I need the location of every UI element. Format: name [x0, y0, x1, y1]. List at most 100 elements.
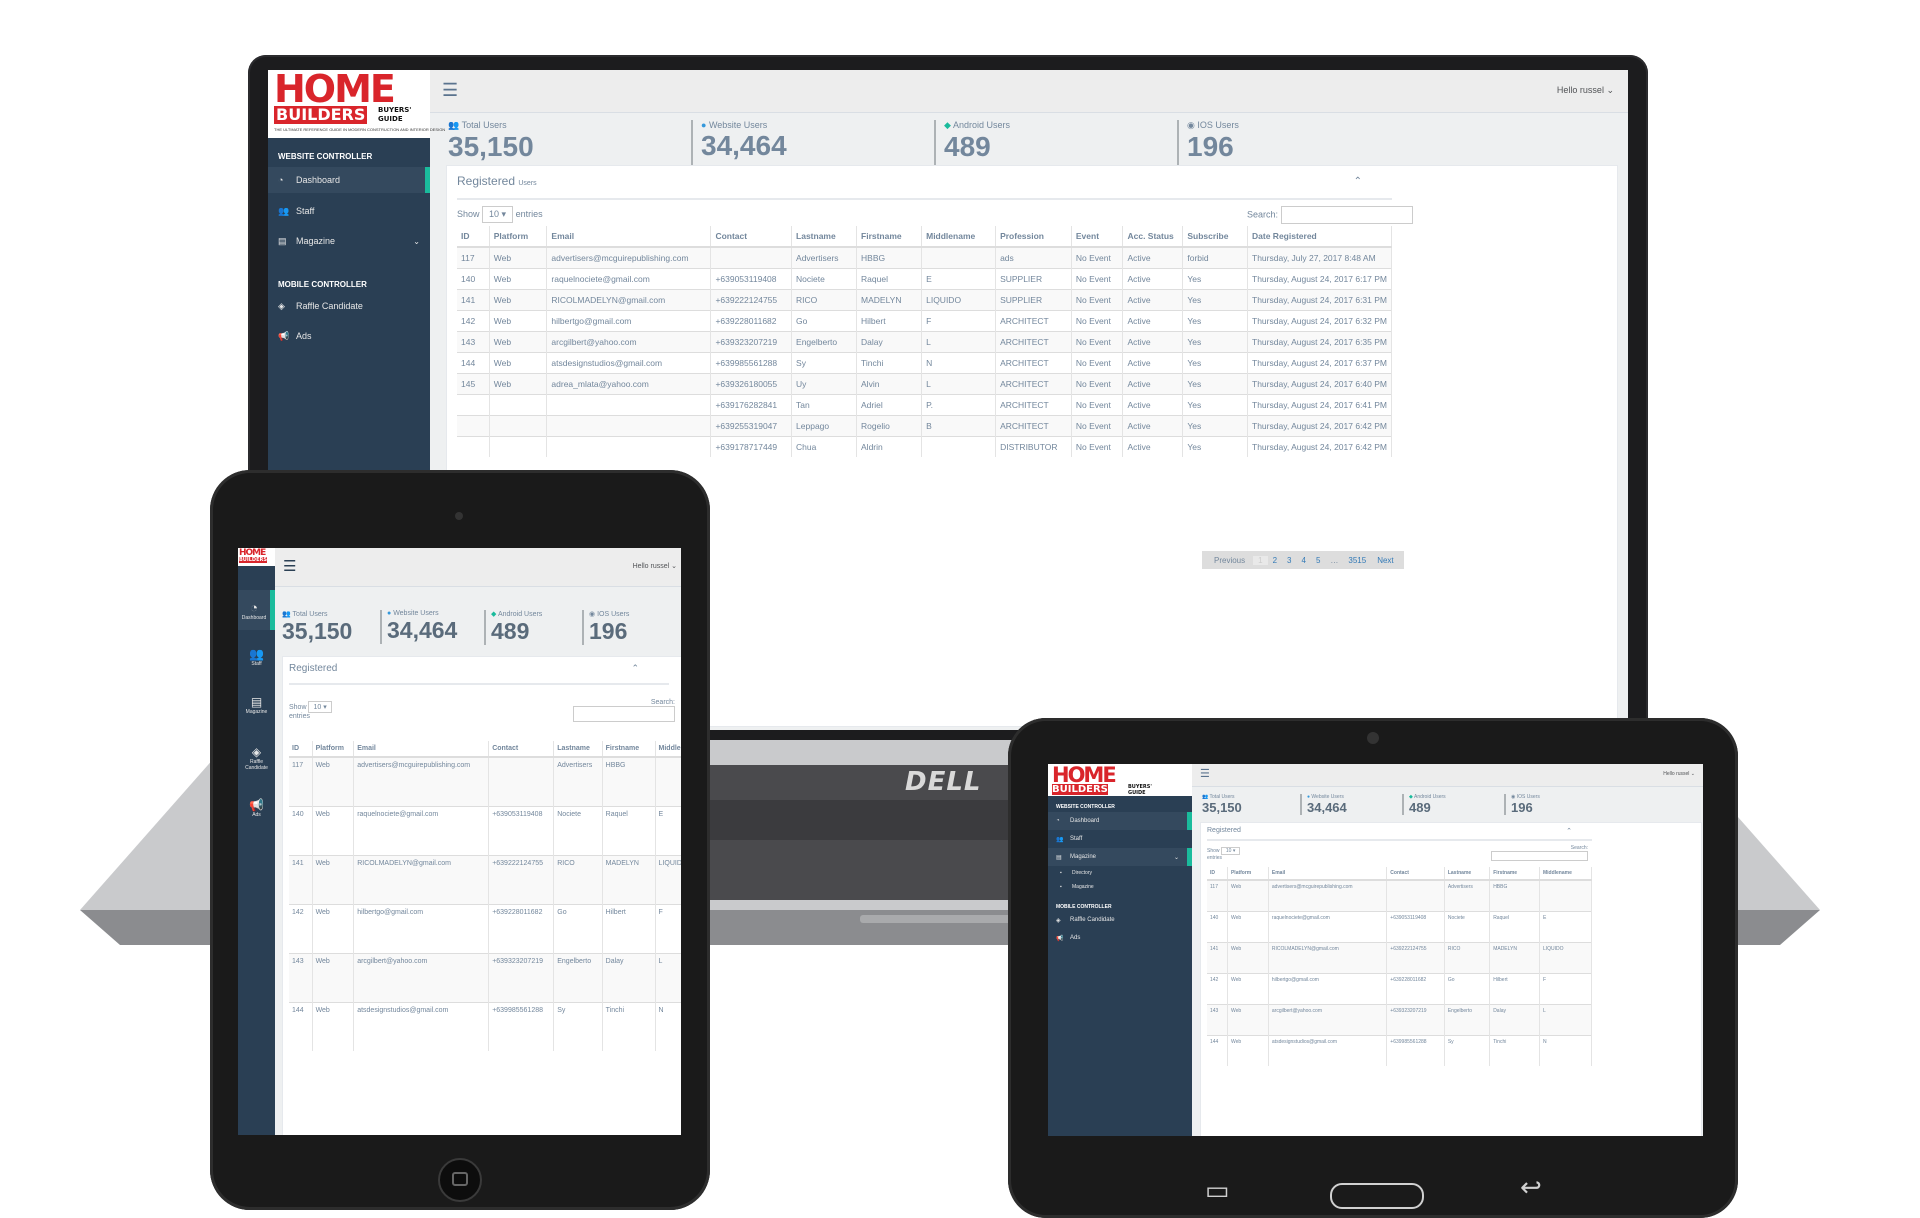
table-cell: atsdesignstudios@gmail.com — [353, 1001, 490, 1051]
table-cell: Advertisers — [1444, 879, 1491, 911]
table-cell: Yes — [1182, 415, 1249, 437]
page-2[interactable]: 2 — [1268, 556, 1282, 565]
page-5[interactable]: 5 — [1311, 556, 1325, 565]
sidebar-item-ads[interactable]: 📢 Ads — [238, 790, 275, 826]
table-cell: MADELYN — [1489, 941, 1540, 973]
sidebar-item-staff[interactable]: 👥 Staff — [268, 198, 430, 224]
table-cell: MADELYN — [602, 854, 656, 904]
home-pill-button[interactable] — [1330, 1183, 1424, 1209]
table-cell: F — [921, 310, 997, 332]
collapse-icon[interactable]: ⌃ — [1566, 827, 1572, 835]
users-icon: 👥 — [1056, 836, 1064, 843]
table-cell: F — [1539, 972, 1593, 1004]
collapse-icon[interactable]: ⌃ — [1354, 176, 1362, 187]
table-cell: 142 — [289, 903, 313, 953]
panel-title: Registered ⌃ — [289, 663, 669, 685]
table-cell: Nociete — [791, 268, 858, 290]
menu-toggle-icon[interactable]: ☰ — [283, 557, 296, 575]
table-row: 117 Web advertisers@mcguirepublishing.com A… — [457, 246, 1392, 269]
table-cell: advertisers@mcguirepublishing.com — [353, 756, 490, 806]
table-cell: Thursday, August 24, 2017 6:42 PM — [1247, 415, 1392, 437]
tag-icon: ◈ — [278, 300, 285, 311]
table-cell: Web — [489, 373, 548, 395]
table-cell: raquelnociete@gmail.com — [353, 805, 490, 855]
sidebar-item-raffle[interactable]: ◈ Raffle Candidate — [238, 736, 275, 780]
table-cell: hilbertgo@gmail.com — [546, 310, 712, 332]
table-cell: advertisers@mcguirepublishing.com — [1268, 879, 1388, 911]
sidebar-item-ads[interactable]: 📢 Ads — [1048, 929, 1192, 947]
page-last[interactable]: 3515 — [1343, 556, 1371, 565]
table-cell: No Event — [1071, 352, 1124, 374]
table-cell: Yes — [1182, 268, 1249, 290]
sidebar-item-magazine[interactable]: ▤ Magazine — [238, 686, 275, 724]
table-cell: Web — [489, 289, 548, 311]
table-cell: Yes — [1182, 373, 1249, 395]
brand-logo: HOME BUILDERS BUYERS' GUIDE — [1048, 764, 1192, 804]
menu-toggle-icon[interactable]: ☰ — [1200, 767, 1210, 780]
sidebar-item-magazine[interactable]: ▤ Magazine ⌄ — [1048, 848, 1192, 866]
entries-select[interactable]: 10 ▾ — [308, 701, 332, 713]
user-menu[interactable]: Hello russel ⌄ — [633, 562, 677, 570]
table-cell: arcgilbert@yahoo.com — [1268, 1003, 1388, 1035]
back-icon[interactable]: ↩ — [1520, 1172, 1542, 1203]
page-4[interactable]: 4 — [1296, 556, 1310, 565]
table-cell — [655, 756, 681, 806]
sidebar-item-raffle[interactable]: ◈ Raffle Candidate — [1048, 911, 1192, 929]
sidebar-item-magazine[interactable]: ▤ Magazine ⌄ — [268, 228, 430, 254]
table-row: 144 Web atsdesignstudios@gmail.com +6399855… — [289, 1001, 681, 1051]
table-cell: Web — [489, 310, 548, 332]
sidebar-item-dashboard[interactable]: ◔ Dashboard — [268, 167, 430, 193]
page-1[interactable]: 1 — [1253, 555, 1268, 565]
sidebar-subitem-magazine[interactable]: ▪ Magazine — [1060, 880, 1180, 894]
table-cell: ARCHITECT — [995, 331, 1072, 353]
search-input[interactable] — [573, 706, 675, 722]
table-cell — [457, 415, 490, 437]
user-menu[interactable]: Hello russel ⌄ — [1663, 771, 1695, 777]
pagination-next[interactable]: Next — [1371, 556, 1399, 565]
panel-title: Registered Users ⌃ — [457, 174, 1392, 200]
pagination-previous[interactable]: Previous — [1206, 556, 1253, 565]
sidebar-item-dashboard[interactable]: ◔ Dashboard — [238, 590, 275, 630]
sidebar-item-staff[interactable]: 👥 Staff — [1048, 830, 1192, 848]
search-box: Search: — [573, 699, 675, 724]
entries-select[interactable]: 10 ▾ — [482, 206, 514, 223]
section-website-controller: WEBSITE CONTROLLER — [278, 152, 373, 161]
book-icon: ▪ — [1060, 884, 1062, 890]
table-cell: +639053119408 — [1386, 910, 1445, 942]
table-cell: LIQUIDO — [1539, 941, 1593, 973]
table-cell: hilbertgo@gmail.com — [353, 903, 490, 953]
table-cell: forbid — [1182, 246, 1249, 269]
sidebar-item-ads[interactable]: 📢 Ads — [268, 323, 430, 349]
table-cell: +639222124755 — [1386, 941, 1445, 973]
table-cell: RICOLMADELYN@gmail.com — [546, 289, 712, 311]
table-row: 143 Web arcgilbert@yahoo.com +639323207219 E… — [457, 331, 1392, 353]
collapse-icon[interactable]: ⌃ — [631, 663, 639, 674]
table-cell: +639323207219 — [1386, 1003, 1445, 1035]
table-cell: HBBG — [602, 756, 656, 806]
table-row: 144 Web atsdesignstudios@gmail.com +6399855… — [457, 352, 1392, 374]
sidebar-item-staff[interactable]: 👥 Staff — [238, 638, 275, 676]
book-icon: ▤ — [278, 235, 287, 246]
menu-toggle-icon[interactable]: ☰ — [442, 80, 458, 101]
table-cell: +639255319047 — [710, 415, 793, 437]
table-cell: Active — [1122, 394, 1184, 416]
stat-website-users: ● Website Users 34,464 — [380, 610, 482, 644]
search-input[interactable] — [1491, 851, 1588, 861]
table-cell: 144 — [457, 352, 490, 374]
users-icon: 👥 — [448, 120, 460, 130]
table-cell: Go — [1444, 972, 1491, 1004]
sidebar-subitem-directory[interactable]: ▪ Directory — [1060, 866, 1180, 880]
recent-apps-icon[interactable]: ▭ — [1205, 1175, 1230, 1206]
search-input[interactable] — [1280, 206, 1413, 224]
table-cell: Web — [312, 805, 355, 855]
entries-select[interactable]: 10 ▾ — [1220, 847, 1241, 855]
table-cell: +639985561288 — [488, 1001, 555, 1051]
sidebar-item-raffle[interactable]: ◈ Raffle Candidate — [268, 293, 430, 319]
table-cell: +639228011682 — [710, 310, 793, 332]
page-3[interactable]: 3 — [1282, 556, 1296, 565]
table-cell: No Event — [1071, 331, 1124, 353]
table-cell: +639326180055 — [710, 373, 793, 395]
table-cell: Web — [1227, 910, 1269, 942]
user-menu[interactable]: Hello russel ⌄ — [1557, 85, 1614, 96]
sidebar-item-dashboard[interactable]: ◔ Dashboard — [1048, 812, 1192, 830]
